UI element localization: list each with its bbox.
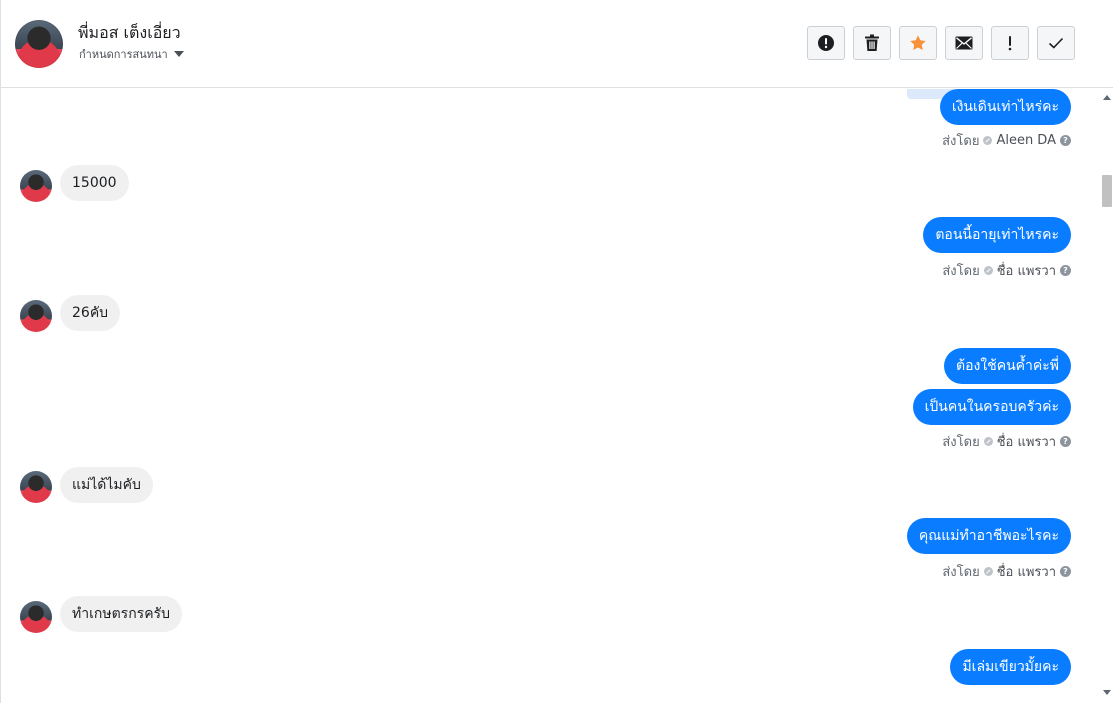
sender-avatar[interactable] <box>20 601 52 633</box>
caret-down-icon <box>173 51 184 57</box>
sender-avatar[interactable] <box>20 170 52 202</box>
conversation-header: พี่มอส เต็งเอี่ยว กำหนดการสนทนา <box>1 0 1113 88</box>
scroll-up-arrow-icon[interactable] <box>1103 95 1111 100</box>
outgoing-message[interactable]: มีเล่มเขียวมั้ยคะ <box>950 649 1071 685</box>
conversation-status-dropdown[interactable]: กำหนดการสนทนา <box>79 45 184 63</box>
help-icon[interactable]: ? <box>1060 264 1071 276</box>
outgoing-message[interactable]: เป็นคนในครอบครัวค่ะ <box>912 389 1071 425</box>
sent-by-line: ส่งโดย Aleen DA ? <box>942 132 1071 149</box>
incoming-message[interactable]: แม่ได้ไมคับ <box>60 467 153 503</box>
conversation-toolbar <box>807 26 1075 60</box>
check-icon <box>1048 37 1064 49</box>
sender-avatar[interactable] <box>20 300 52 332</box>
trash-icon <box>865 34 879 51</box>
conversation-status-label: กำหนดการสนทนา <box>79 48 168 61</box>
agent-name[interactable]: ชื่อ แพรวา <box>997 561 1056 582</box>
sent-by-line: ส่งโดย ชื่อ แพรวา ? <box>942 561 1071 582</box>
star-icon <box>910 35 926 51</box>
spam-button[interactable] <box>807 26 845 60</box>
outgoing-message[interactable]: เงินเดินเท่าไหร่คะ <box>939 89 1071 125</box>
verified-icon <box>983 135 993 145</box>
verified-icon <box>983 265 993 275</box>
outgoing-message[interactable]: คุณแม่ทำอาชีพอะไรคะ <box>906 518 1071 554</box>
sent-by-line: ส่งโดย ชื่อ แพรวา ? <box>942 431 1071 452</box>
envelope-icon <box>955 36 973 50</box>
verified-icon <box>983 566 993 576</box>
agent-name[interactable]: Aleen DA <box>996 133 1056 148</box>
sent-by-line: ส่งโดย ชื่อ แพรวา ? <box>942 260 1071 281</box>
help-icon[interactable]: ? <box>1060 565 1071 577</box>
exclamation-icon <box>1008 36 1012 51</box>
scrollbar-thumb[interactable] <box>1102 175 1112 207</box>
verified-icon <box>983 436 993 446</box>
star-button[interactable] <box>899 26 937 60</box>
follow-up-button[interactable] <box>991 26 1029 60</box>
contact-name[interactable]: พี่มอส เต็งเอี่ยว <box>78 21 181 46</box>
help-icon[interactable]: ? <box>1060 435 1071 447</box>
agent-name[interactable]: ชื่อ แพรวา <box>997 260 1056 281</box>
delete-button[interactable] <box>853 26 891 60</box>
alert-circle-icon <box>818 35 834 51</box>
agent-name[interactable]: ชื่อ แพรวา <box>997 431 1056 452</box>
incoming-message[interactable]: ทำเกษตรกรครับ <box>60 596 182 632</box>
help-icon[interactable]: ? <box>1060 134 1071 146</box>
mark-unread-button[interactable] <box>945 26 983 60</box>
incoming-message[interactable]: 26คับ <box>60 295 121 331</box>
message-thread: เงินเดินเท่าไหร่คะ ส่งโดย Aleen DA ? 150… <box>1 89 1101 703</box>
mark-done-button[interactable] <box>1037 26 1075 60</box>
thread-scrollbar[interactable] <box>1101 89 1113 703</box>
outgoing-message[interactable]: ต้องใช้คนค้ำค่ะพี่ <box>944 348 1071 384</box>
scroll-down-arrow-icon[interactable] <box>1103 690 1111 695</box>
incoming-message[interactable]: 15000 <box>60 165 129 201</box>
outgoing-message[interactable]: ตอนนี้อายุเท่าไหรคะ <box>923 217 1071 253</box>
contact-avatar[interactable] <box>15 20 63 68</box>
sender-avatar[interactable] <box>20 471 52 503</box>
